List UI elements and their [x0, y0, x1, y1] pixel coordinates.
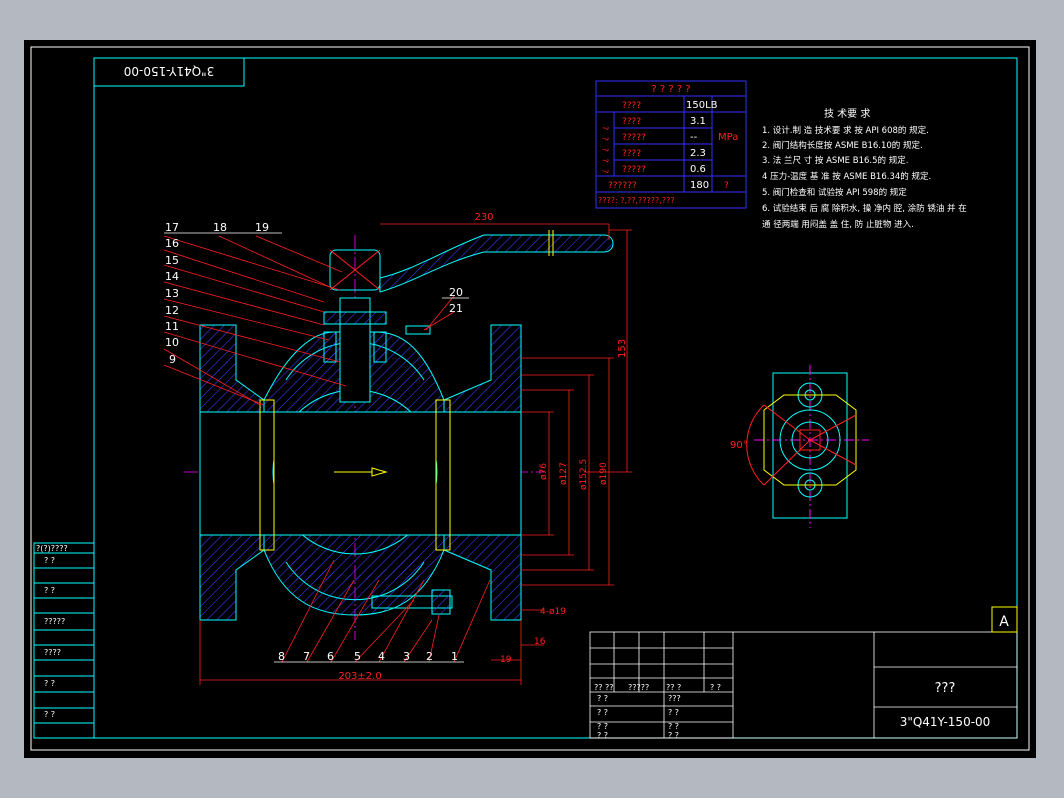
part-number: 21	[449, 302, 463, 315]
dim-d1: ø76	[539, 463, 549, 480]
part-number: 17	[165, 221, 179, 234]
param-label: ????	[622, 101, 641, 111]
part-number: 1	[451, 650, 458, 663]
handle	[379, 234, 614, 293]
rev-row: ? ?	[44, 556, 55, 565]
left-revision-block	[33, 542, 95, 739]
approve-row: ???	[668, 694, 681, 703]
part-number: 9	[169, 353, 176, 366]
approve-row: ? ?	[668, 722, 679, 731]
revision-letter: A	[999, 614, 1009, 630]
tech-item: 1. 设计.制 造 技术要 求 按 API 608的 规定.	[762, 125, 929, 136]
part-number: 4	[378, 650, 385, 663]
dim-height: 153	[617, 339, 628, 358]
rev-header: ?(?)????	[36, 544, 68, 553]
param-value: 180	[690, 180, 709, 191]
part-number: 12	[165, 304, 179, 317]
param-label: ?????	[622, 133, 646, 143]
approve-row: ? ?	[668, 708, 679, 717]
param-label: ????	[622, 149, 641, 159]
part-number: 11	[165, 320, 179, 333]
tech-item: 通 径两端 用闷盖 盖 住, 防 止脏物 进入.	[762, 219, 914, 230]
dim-bolts: 4-ø19	[540, 607, 566, 617]
drawing-sheet: 3"Q41Y-150-00 ?(?)???? ? ? ? ? ????? ???…	[24, 40, 1036, 758]
cad-drawing: 3"Q41Y-150-00 ?(?)???? ? ? ? ? ????? ???…	[30, 46, 1030, 751]
mirrored-number-box: 3"Q41Y-150-00	[93, 57, 245, 87]
gland	[323, 311, 387, 325]
sign-row: ? ?	[597, 731, 608, 740]
dim-d2: ø127	[559, 462, 569, 485]
param-group-label: ? ? ? ? ?	[601, 126, 610, 175]
part-number: 6	[327, 650, 334, 663]
left-flange-lower	[199, 534, 265, 621]
tech-item: 3. 法 兰尺 寸 按 ASME B16.5的 规定.	[762, 155, 908, 166]
param-unit: MPa	[718, 132, 738, 143]
params-footer: ????: ?,??,?????,???	[598, 196, 675, 205]
sign-header: ?? ?	[666, 683, 681, 692]
part-number: 16	[165, 237, 179, 250]
param-value: 3.1	[690, 116, 706, 127]
rev-row: ?????	[44, 617, 65, 626]
part-number: 14	[165, 270, 179, 283]
rev-row: ? ?	[44, 586, 55, 595]
sign-header: ?????	[628, 683, 649, 692]
part-number: 3	[403, 650, 410, 663]
ball-bore	[274, 412, 436, 535]
param-label: ?????	[622, 165, 646, 175]
sign-row: ? ?	[597, 722, 608, 731]
dim-d3: ø152.5	[579, 459, 589, 490]
param-value: 150LB	[686, 100, 718, 111]
param-value: 0.6	[690, 164, 706, 175]
param-value: 2.3	[690, 148, 706, 159]
drawing-number-mirrored: 3"Q41Y-150-00	[124, 64, 215, 78]
part-number: 19	[255, 221, 269, 234]
params-header: ? ? ? ? ?	[651, 84, 690, 95]
rev-row: ? ?	[44, 679, 55, 688]
part-number: 10	[165, 336, 179, 349]
rev-row: ????	[44, 648, 61, 657]
tech-title: 技 术要 求	[824, 107, 870, 120]
drawing-number: 3"Q41Y-150-00	[900, 715, 991, 729]
dim-raised: 19	[500, 655, 512, 665]
dim-angle: 90°	[730, 440, 748, 451]
param-label: ??????	[608, 181, 637, 191]
part-number: 8	[278, 650, 285, 663]
part-number: 20	[449, 286, 463, 299]
right-flange-lower	[443, 534, 522, 621]
part-number: 15	[165, 254, 179, 267]
rev-row: ? ?	[44, 710, 55, 719]
sign-header: ? ?	[710, 683, 721, 692]
tech-item: 2. 阀门结构长度按 ASME B16.10的 规定.	[762, 140, 923, 151]
sign-header: ?? ??	[594, 683, 614, 692]
part-number: 13	[165, 287, 179, 300]
param-value: --	[690, 132, 698, 143]
drawing-title: ???	[935, 681, 956, 696]
sign-row: ? ?	[597, 694, 608, 703]
part-number: 5	[354, 650, 361, 663]
part-number: 2	[426, 650, 433, 663]
part-number: 18	[213, 221, 227, 234]
approve-row: ? ?	[668, 731, 679, 740]
dim-handle-length: 230	[474, 212, 493, 223]
param-label: ????	[622, 117, 641, 127]
param-unit: ?	[724, 181, 729, 191]
dim-d4: ø190	[599, 462, 609, 485]
tech-item: 4 压力-温度 基 准 按 ASME B16.34的 规定.	[762, 171, 931, 182]
dim-length: 203±2.0	[338, 671, 381, 682]
outer-frame	[30, 46, 1030, 751]
sign-row: ? ?	[597, 708, 608, 717]
dim-flange-t: 16	[534, 637, 546, 647]
tech-item: 5. 阀门检查和 试验按 API 598的 规定	[762, 187, 907, 198]
valve-top-view	[746, 365, 869, 528]
tech-item: 6. 试验结束 后 腐 除积水, 操 净内 腔, 涂防 锈油 并 在	[762, 203, 967, 214]
part-number: 7	[303, 650, 310, 663]
